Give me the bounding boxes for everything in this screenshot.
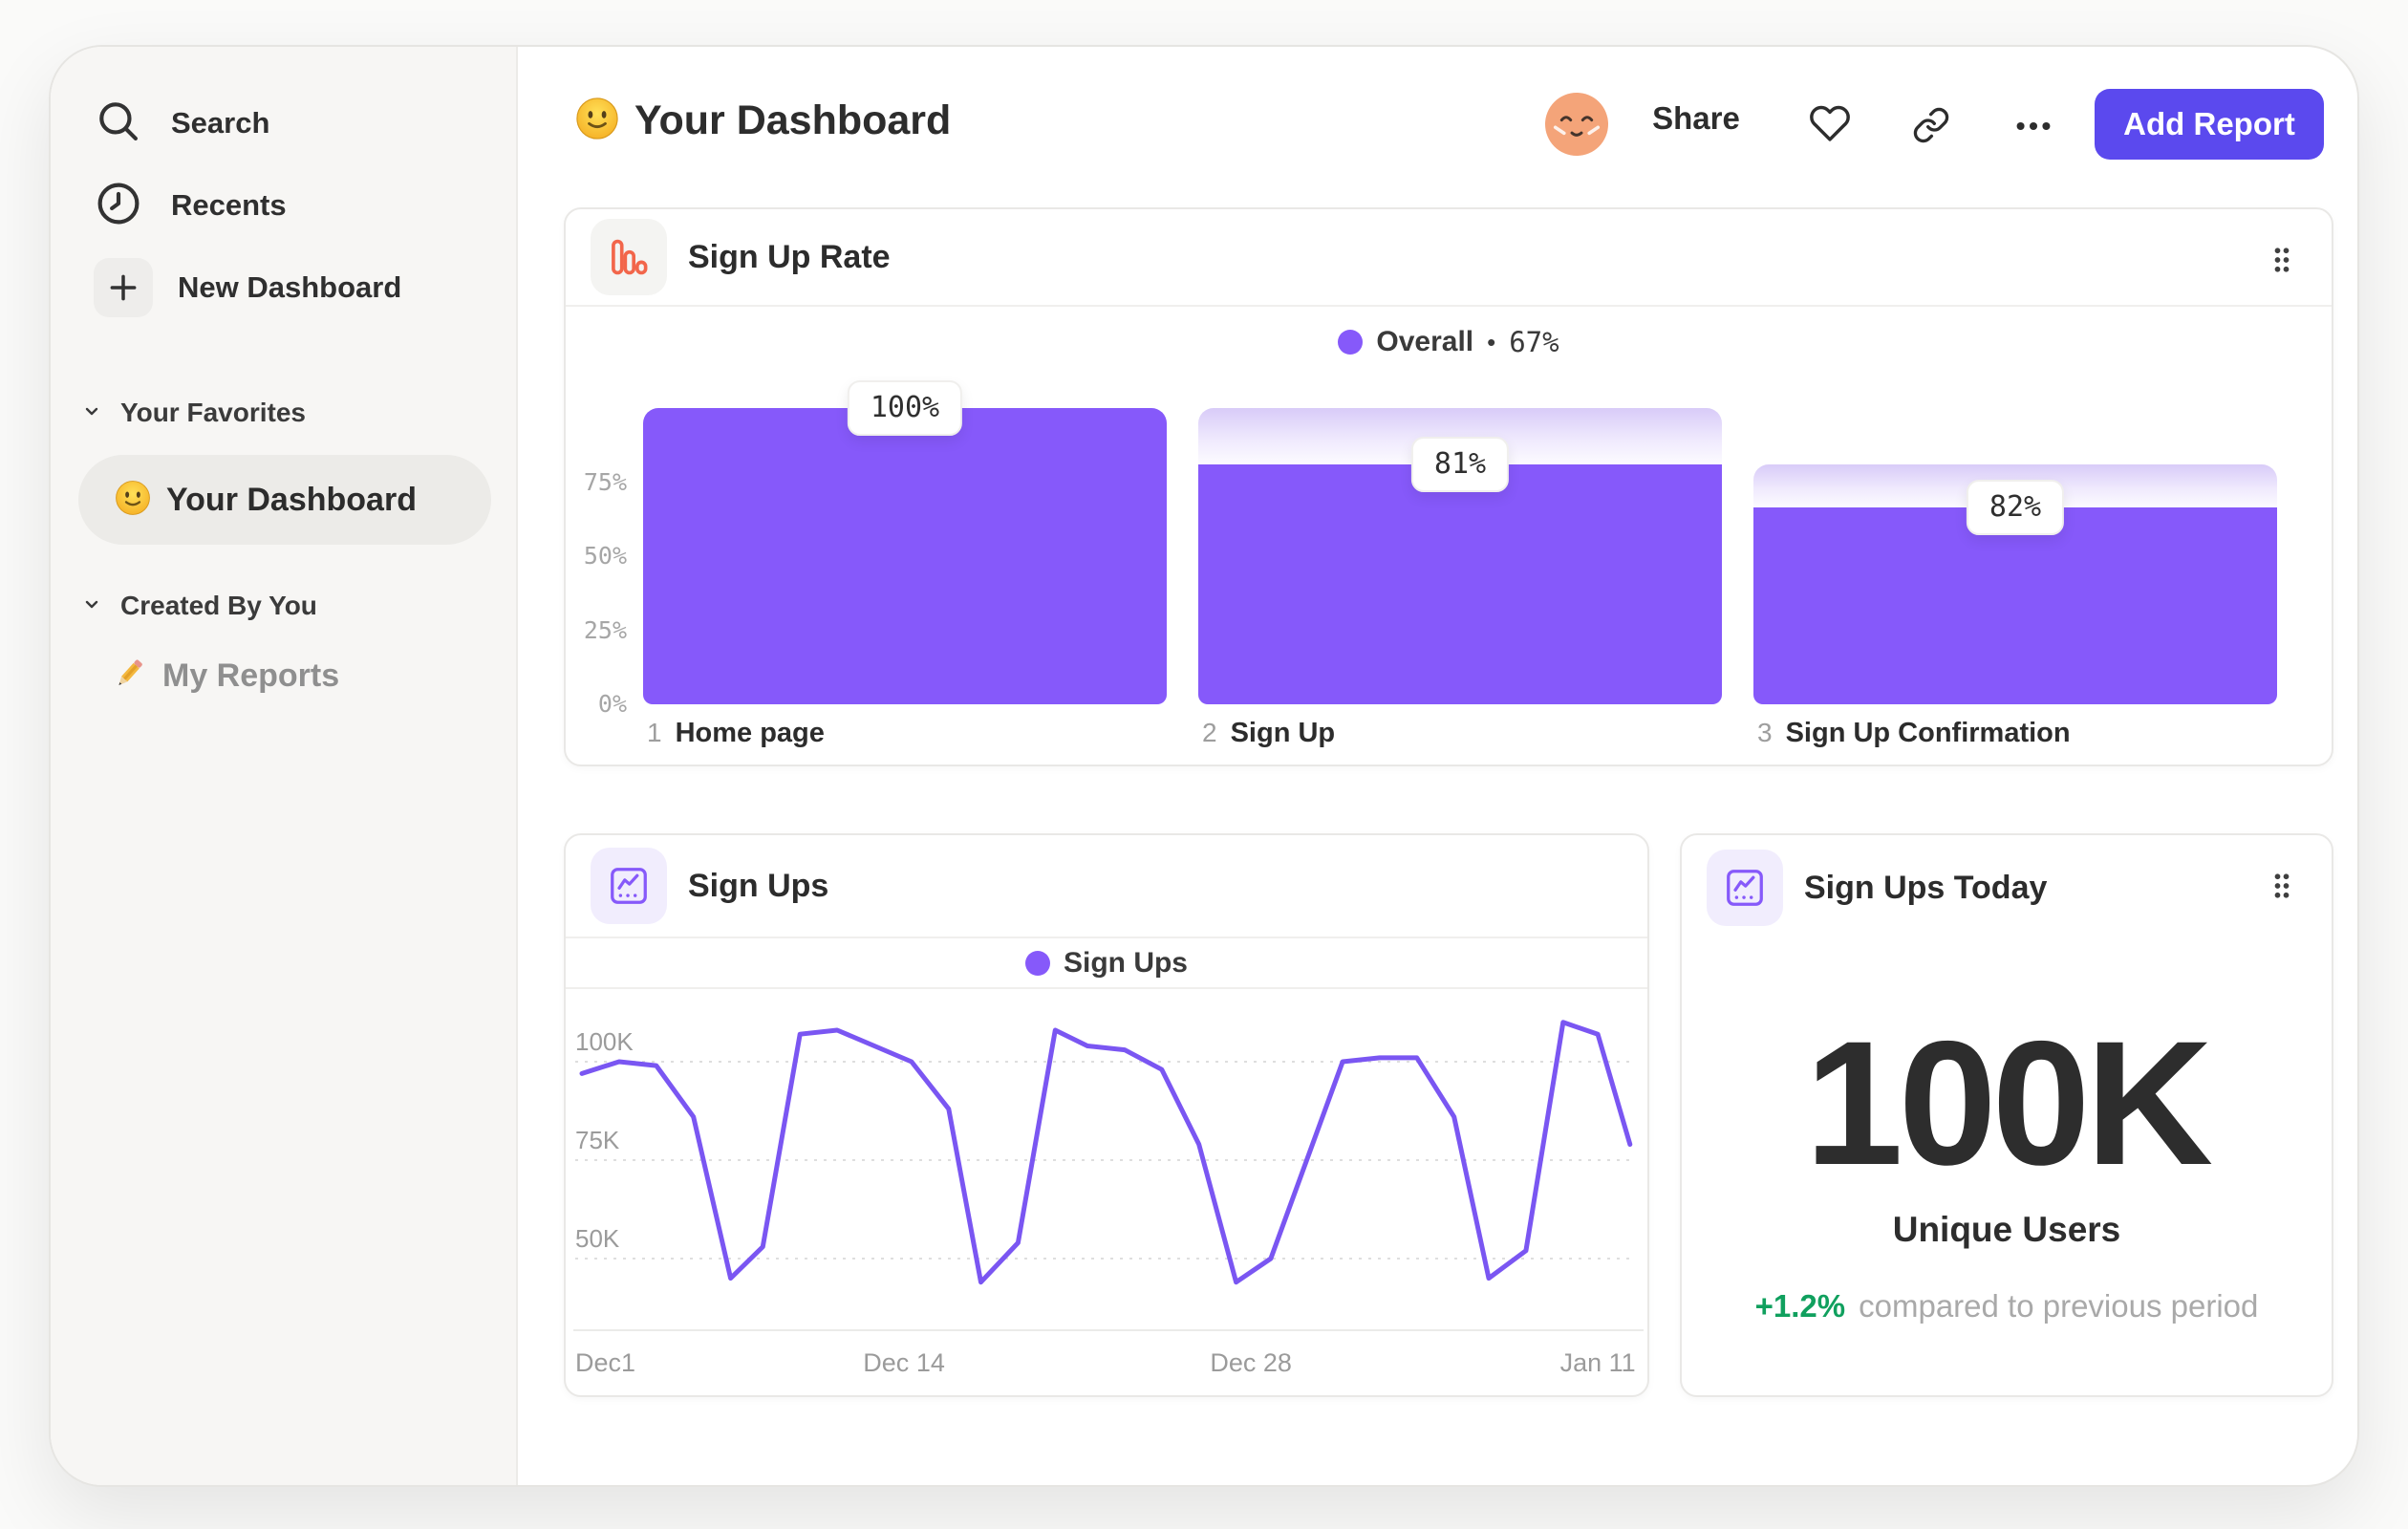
smiley-emoji-icon	[575, 97, 619, 145]
legend-dot	[1024, 950, 1050, 976]
delta-caption: compared to previous period	[1859, 1288, 2259, 1324]
sidebar-item-recents[interactable]: Recents	[95, 178, 287, 233]
step-number: 1	[647, 718, 662, 747]
card-header: Sign Ups	[566, 835, 1647, 938]
legend-series-name: Overall	[1376, 326, 1474, 357]
step-name: Sign Up	[1230, 718, 1336, 748]
funnel-y-tick: 50%	[583, 542, 627, 570]
chevron-down-icon	[80, 592, 103, 620]
sign-up-rate-card: Sign Up Rate Overall • 67% 75% 50% 25% 0% 1…	[564, 207, 2333, 766]
funnel-step-labels: 1 Home page 2 Sign Up 3 Sign Up Confirmation	[643, 718, 2277, 749]
funnel-bar-value-tooltip: 100%	[847, 380, 963, 436]
step-name: Sign Up Confirmation	[1785, 718, 2071, 748]
funnel-bar[interactable]: 100%	[643, 380, 1167, 704]
sidebar-section-created-by-you[interactable]: Created By You	[80, 586, 317, 626]
funnel-y-tick: 0%	[597, 690, 627, 718]
card-header: Sign Ups Today	[1682, 835, 2332, 940]
x-axis-tick-label: Dec 28	[1210, 1348, 1292, 1377]
drag-handle-icon[interactable]	[2270, 870, 2293, 907]
add-report-button[interactable]: Add Report	[2095, 89, 2324, 160]
sidebar: Search Recents New Dashboard Your Favori…	[51, 47, 518, 1485]
step-number: 2	[1202, 718, 1217, 747]
funnel-chart-icon	[591, 219, 667, 295]
page-title: Your Dashboard	[634, 97, 952, 143]
funnel-y-tick: 75%	[583, 467, 627, 496]
sidebar-item-label: New Dashboard	[178, 270, 402, 304]
pencil-emoji-icon	[110, 655, 148, 698]
plus-icon	[94, 258, 153, 317]
big-number-value: 100K	[1804, 1005, 2213, 1202]
legend-series-name: Sign Ups	[1063, 946, 1188, 979]
sidebar-item-new-dashboard[interactable]: New Dashboard	[94, 258, 401, 317]
sidebar-item-label: My Reports	[162, 657, 340, 694]
page-title-row: Your Dashboard	[575, 97, 951, 145]
sidebar-section-label: Your Favorites	[120, 398, 306, 427]
funnel-y-tick: 25%	[583, 615, 627, 644]
funnel-step-label: 3 Sign Up Confirmation	[1753, 718, 2277, 749]
sidebar-item-label: Your Dashboard	[166, 481, 417, 518]
y-axis-tick-label: 50K	[575, 1224, 620, 1253]
drag-handle-icon[interactable]	[2270, 244, 2293, 281]
more-options-icon[interactable]	[2011, 104, 2055, 153]
x-axis-tick-label: Dec1	[575, 1348, 635, 1377]
chevron-down-icon	[80, 399, 103, 427]
sidebar-item-my-reports[interactable]: My Reports	[110, 651, 339, 700]
sidebar-item-label: Search	[171, 106, 270, 140]
funnel-step-label: 2 Sign Up	[1198, 718, 1722, 749]
legend-separator: •	[1487, 327, 1496, 356]
funnel-bar-solid	[643, 408, 1167, 704]
delta-value: +1.2%	[1754, 1288, 1846, 1324]
y-axis-tick-label: 75K	[575, 1126, 620, 1154]
big-number-delta-row: +1.2% compared to previous period	[1682, 1288, 2332, 1324]
step-name: Home page	[675, 718, 825, 748]
card-title: Sign Ups	[688, 867, 829, 904]
x-axis-tick-label: Dec 14	[863, 1348, 945, 1377]
sidebar-item-label: Recents	[171, 188, 287, 222]
line-legend[interactable]: Sign Ups	[566, 938, 1647, 989]
funnel-bar-value-tooltip: 82%	[1966, 480, 2065, 536]
funnel-bar-solid	[1198, 463, 1722, 704]
x-axis-tick-label: Jan 11	[1560, 1348, 1636, 1377]
favorite-heart-icon[interactable]	[1809, 102, 1851, 149]
line-chart-plot: 50K 75K 100K Dec1 Dec 14 Dec 28 Jan 11	[573, 1020, 1644, 1377]
y-axis-tick-label: 100K	[575, 1027, 634, 1056]
copy-link-icon[interactable]	[1912, 106, 1950, 149]
funnel-bar[interactable]: 81%	[1198, 408, 1722, 704]
search-icon	[95, 97, 142, 150]
funnel-legend[interactable]: Overall • 67%	[566, 326, 2332, 358]
funnel-bar-solid	[1753, 507, 2277, 704]
sidebar-item-search[interactable]: Search	[95, 96, 269, 151]
funnel-bar-value-tooltip: 81%	[1410, 436, 1510, 492]
funnel-bar[interactable]: 82%	[1753, 408, 2277, 704]
user-avatar[interactable]	[1545, 93, 1608, 156]
smiley-emoji-icon	[115, 480, 151, 521]
line-chart-icon	[1707, 850, 1783, 926]
card-header: Sign Up Rate	[566, 209, 2332, 307]
sidebar-section-your-favorites[interactable]: Your Favorites	[80, 393, 306, 433]
step-number: 3	[1757, 718, 1773, 747]
card-title: Sign Ups Today	[1804, 869, 2048, 906]
share-button[interactable]: Share	[1639, 100, 1753, 137]
legend-dot	[1338, 330, 1364, 355]
legend-value: 67%	[1509, 326, 1559, 358]
funnel-plot: 100% 81% 82%	[643, 380, 2277, 704]
big-number-metric: Unique Users	[1892, 1210, 2121, 1249]
line-chart-icon	[591, 848, 667, 924]
app-window: Search Recents New Dashboard Your Favori…	[49, 45, 2359, 1487]
sidebar-section-label: Created By You	[120, 591, 317, 620]
clock-icon	[95, 180, 142, 232]
sidebar-item-your-dashboard[interactable]: Your Dashboard	[78, 455, 491, 545]
screen: Search Recents New Dashboard Your Favori…	[0, 0, 2408, 1529]
sign-ups-card: Sign Ups Sign Ups 50K 75K 100K Dec1 Dec 14 De…	[564, 833, 1649, 1397]
card-title: Sign Up Rate	[688, 238, 891, 275]
sign-ups-today-card: Sign Ups Today 100K Unique Users +1.2% c…	[1680, 833, 2333, 1397]
funnel-step-label: 1 Home page	[643, 718, 1167, 749]
